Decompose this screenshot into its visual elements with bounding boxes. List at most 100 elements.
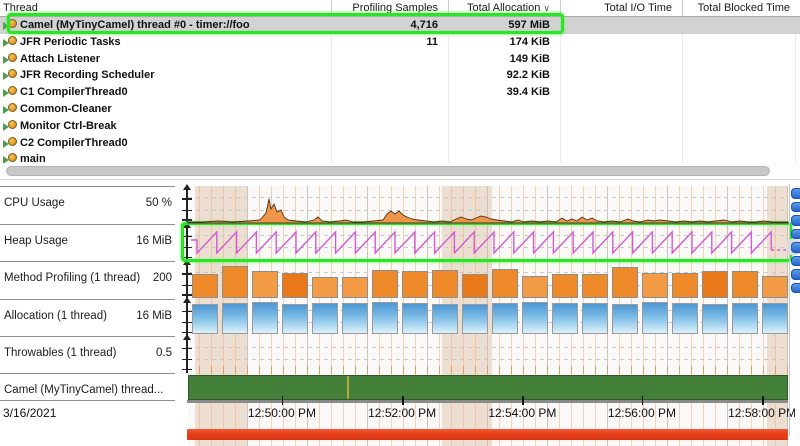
table-scrollbar-thumb[interactable] [6,166,770,176]
thread-dot-icon [8,153,17,162]
thread-dot-icon [8,53,17,62]
row-handle-pill[interactable] [791,215,800,226]
timeline-panel: CPU Usage50 %Heap Usage16 MiBMethod Prof… [0,184,800,446]
row-handle-pill[interactable] [791,269,800,280]
thread-dot-icon [8,69,17,78]
row-handle-pill[interactable] [791,229,800,240]
method-profiling-bar[interactable] [402,271,428,298]
row-handle-pill[interactable] [791,283,800,294]
thread-icon [3,103,19,115]
method-profiling-bar[interactable] [702,271,728,298]
row-handle-pill[interactable] [791,256,800,267]
allocation-bar[interactable] [732,303,758,334]
thread-icon [3,153,19,163]
method-profiling-bar[interactable] [312,277,338,298]
table-panel-border [0,179,800,180]
method-profiling-bar[interactable] [762,276,788,298]
thread-icon [3,120,19,132]
method-profiling-bar[interactable] [612,267,638,298]
table-row[interactable]: JFR Recording Scheduler92.2 KiB [0,67,800,84]
date-label: 3/16/2021 [3,406,56,420]
thread-table-panel: ThreadProfiling SamplesTotal Allocation … [0,0,800,181]
allocation-bar[interactable] [762,303,788,334]
allocation-bar[interactable] [252,302,278,334]
thread-name: JFR Recording Scheduler [20,69,154,81]
column-header-thread[interactable]: Thread [0,0,331,16]
table-row[interactable]: JFR Periodic Tasks11174 KiB [0,34,800,51]
row-handle-pill[interactable] [791,188,800,199]
thread-icon [3,19,19,31]
method-profiling-bar[interactable] [192,274,218,298]
label-row-separator [0,261,175,262]
allocation-bar[interactable] [312,303,338,334]
method-profiling-bar[interactable] [342,277,368,298]
allocation-bar[interactable] [672,303,698,334]
allocation-bar[interactable] [552,303,578,334]
method-profiling-bar[interactable] [732,271,758,298]
thread-dot-icon [8,19,17,28]
row-axis-tick-value: 16 MiB [0,310,172,322]
table-row[interactable]: Camel (MyTinyCamel) thread #0 - timer://… [0,17,800,34]
allocation-bar[interactable] [342,303,368,334]
method-profiling-bar[interactable] [432,270,458,298]
heap-usage-chart [188,224,788,261]
allocation-bar[interactable] [612,304,638,334]
time-axis-labels: 3/16/2021 12:50:00 PM12:52:00 PM12:54:00… [0,405,795,422]
method-profiling-bar[interactable] [222,266,248,298]
method-profiling-bar[interactable] [582,274,608,298]
column-header-total-i-o-time[interactable]: Total I/O Time [560,0,682,16]
allocation-bar[interactable] [522,302,548,334]
method-profiling-bar[interactable] [642,273,668,299]
table-row[interactable]: Attach Listener149 KiB [0,51,800,68]
row-axis-tick-value: 200 [0,272,172,284]
row-dashed-gridline [188,359,788,360]
allocation-bar[interactable] [432,304,458,334]
allocation-bar[interactable] [642,302,668,334]
label-row-separator [0,186,175,187]
method-profiling-chart [188,261,788,299]
time-label: 12:56:00 PM [608,406,676,420]
allocation-bar[interactable] [462,304,488,334]
method-profiling-bar[interactable] [252,271,278,298]
table-row[interactable]: Common-Cleaner [0,101,800,118]
table-row[interactable]: Monitor Ctrl-Break [0,118,800,135]
total-allocation-value: 39.4 KiB [448,86,550,98]
thread-lifeline-bar[interactable] [188,375,788,400]
sort-descending-icon: ∨ [543,3,550,13]
column-header-total-allocation[interactable]: Total Allocation ∨ [448,0,560,16]
thread-dot-icon [8,137,17,146]
allocation-bar[interactable] [492,303,518,334]
thread-dot-icon [8,86,17,95]
allocation-bar[interactable] [222,303,248,334]
thread-name: C2 CompilerThread0 [20,137,128,149]
timeline-range-scrollbar[interactable] [187,429,788,440]
method-profiling-bar[interactable] [552,274,578,298]
method-profiling-bar[interactable] [492,269,518,298]
method-profiling-bar[interactable] [372,270,398,298]
time-axis-major-tick [522,396,524,405]
allocation-bar[interactable] [372,302,398,334]
table-horizontal-scrollbar[interactable] [0,163,800,179]
thread-icon [3,137,19,149]
allocation-bar[interactable] [282,304,308,334]
column-header-total-blocked-time[interactable]: Total Blocked Time [682,0,800,16]
row-handle-pill[interactable] [791,202,800,213]
method-profiling-bar[interactable] [282,273,308,299]
time-label: 12:50:00 PM [248,406,316,420]
allocation-bar[interactable] [702,304,728,334]
column-header-profiling-samples[interactable]: Profiling Samples [331,0,448,16]
profiling-samples-value: 11 [331,36,438,48]
table-row[interactable]: C2 CompilerThread0 [0,135,800,152]
allocation-bar[interactable] [192,304,218,334]
row-handle-pill[interactable] [791,242,800,253]
allocation-bar[interactable] [402,303,428,334]
table-row[interactable]: main [0,151,800,163]
table-row[interactable]: C1 CompilerThread039.4 KiB [0,84,800,101]
time-axis-major-tick [282,396,284,405]
method-profiling-bar[interactable] [522,276,548,298]
total-allocation-value: 174 KiB [448,36,550,48]
allocation-bar[interactable] [582,303,608,334]
time-label: 12:58:00 PM [728,406,795,420]
method-profiling-bar[interactable] [672,273,698,299]
method-profiling-bar[interactable] [462,274,488,298]
